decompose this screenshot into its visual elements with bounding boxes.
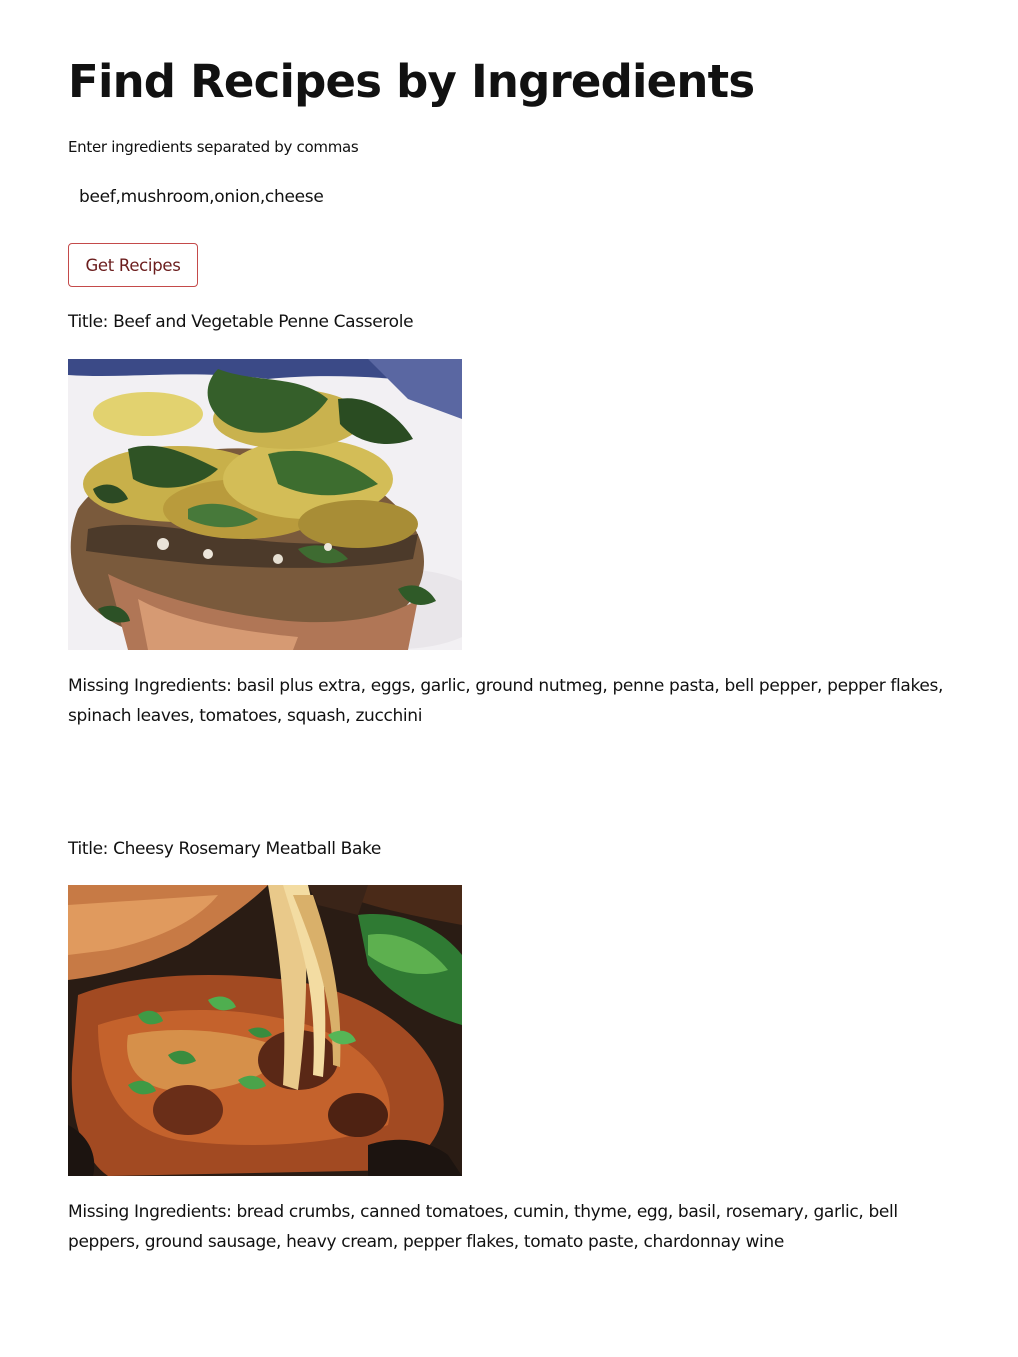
recipe-title-text: Beef and Vegetable Penne Casserole (113, 312, 414, 332)
recipe-title-text: Cheesy Rosemary Meatball Bake (113, 839, 382, 859)
missing-ingredients-prefix: Missing Ingredients: (68, 1202, 232, 1222)
recipe-image-2 (68, 885, 462, 1176)
casserole-photo (68, 359, 462, 650)
recipe-image-1 (68, 359, 462, 650)
recipe-title-prefix: Title: (68, 839, 109, 859)
page-title: Find Recipes by Ingredients (68, 55, 755, 108)
missing-ingredients-1: Missing Ingredients: basil plus extra, eg… (68, 671, 958, 731)
ingredients-input[interactable] (68, 176, 948, 218)
meatball-bake-photo (68, 885, 462, 1176)
ingredients-input-label: Enter ingredients separated by commas (68, 138, 359, 156)
recipe-title-2: Title: Cheesy Rosemary Meatball Bake (68, 836, 381, 862)
recipe-title-1: Title: Beef and Vegetable Penne Casserole (68, 309, 414, 335)
recipe-title-prefix: Title: (68, 312, 109, 332)
get-recipes-button[interactable]: Get Recipes (68, 243, 198, 287)
missing-ingredients-prefix: Missing Ingredients: (68, 676, 232, 696)
missing-ingredients-2: Missing Ingredients: bread crumbs, canned… (68, 1197, 958, 1257)
